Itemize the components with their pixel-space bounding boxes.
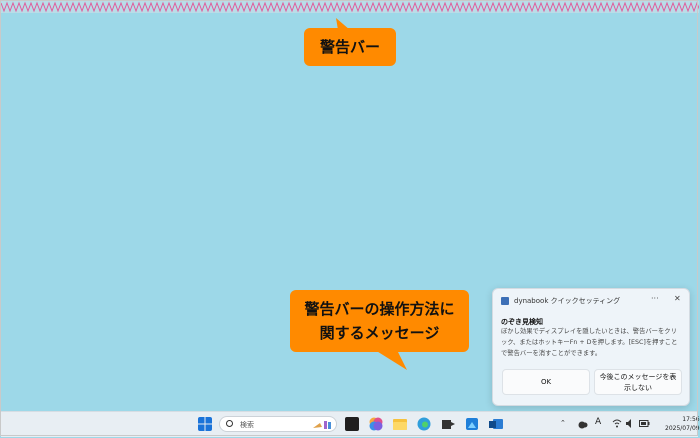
copilot-icon[interactable]: [369, 417, 383, 431]
clock-date: 2025/07/09: [665, 425, 700, 432]
search-highlight-icon: [313, 421, 331, 429]
wifi-icon[interactable]: [612, 419, 622, 428]
clock[interactable]: 17:56 2025/07/09: [665, 415, 700, 433]
edge-browser-icon[interactable]: [417, 417, 431, 431]
dynabook-app-icon: [501, 297, 509, 305]
task-view-icon[interactable]: [345, 417, 359, 431]
store-app-icon[interactable]: [441, 417, 455, 431]
notification-header: dynabook クイックセッティング: [501, 296, 620, 306]
file-explorer-icon[interactable]: [393, 417, 407, 431]
callout-bottom-tail: [375, 350, 407, 370]
notification-toast[interactable]: dynabook クイックセッティング ··· ✕ のぞき見検知 ぼかし効果でデ…: [492, 288, 690, 406]
dont-show-again-button[interactable]: 今後このメッセージを表 示しない: [594, 369, 682, 395]
outlook-icon[interactable]: [489, 417, 503, 431]
clock-time: 17:56: [682, 416, 700, 423]
close-icon[interactable]: ✕: [674, 294, 681, 303]
callout-warning-message: 警告バーの操作方法に 関するメッセージ: [290, 290, 469, 352]
notification-body: ぼかし効果でディスプレイを隠したいときは、警告バーをクリック、またはホットキーF…: [501, 328, 678, 357]
warning-bar[interactable]: [1, 1, 699, 13]
volume-icon[interactable]: [625, 419, 635, 428]
dont-show-line-2: 示しない: [624, 384, 652, 392]
cloud-icon[interactable]: [577, 419, 588, 429]
notification-app-name: dynabook クイックセッティング: [514, 297, 621, 305]
ok-button[interactable]: OK: [502, 369, 590, 395]
dont-show-line-1: 今後このメッセージを表: [599, 373, 677, 381]
taskbar-search[interactable]: 検索: [219, 416, 337, 432]
ime-indicator[interactable]: A: [595, 417, 601, 427]
photos-app-icon[interactable]: [465, 417, 479, 431]
taskbar: 検索 ⌃ A 17:56 2025/07/09: [1, 411, 700, 437]
search-icon: [226, 420, 233, 427]
callout-line-1: 警告バーの操作方法に: [304, 300, 455, 318]
search-placeholder: 検索: [240, 421, 254, 429]
chevron-up-icon[interactable]: ⌃: [560, 419, 566, 427]
callout-line-2: 関するメッセージ: [319, 324, 440, 342]
more-options-icon[interactable]: ···: [651, 294, 659, 303]
windows-start-icon[interactable]: [198, 417, 212, 431]
callout-warning-bar: 警告バー: [304, 28, 396, 66]
battery-icon[interactable]: [639, 420, 650, 427]
